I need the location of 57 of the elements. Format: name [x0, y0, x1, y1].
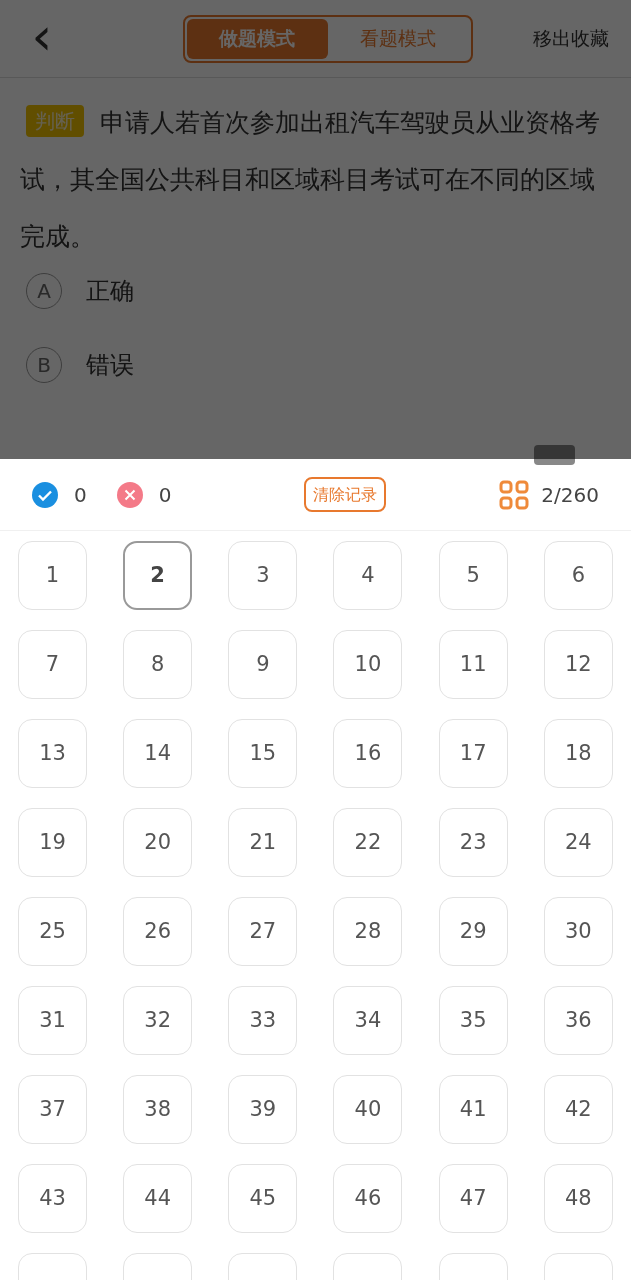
question-number-button[interactable]: 40 — [333, 1075, 403, 1144]
question-number-button[interactable]: 10 — [333, 630, 403, 699]
question-number-button[interactable]: 9 — [228, 630, 298, 699]
question-number-button[interactable]: 22 — [333, 808, 403, 877]
question-number-button[interactable]: 28 — [333, 897, 403, 966]
question-number-button[interactable]: 36 — [543, 986, 613, 1055]
floating-tab[interactable] — [534, 445, 575, 465]
question-number-button[interactable]: 11 — [438, 630, 508, 699]
question-number-button[interactable]: 17 — [438, 719, 508, 788]
question-number-button[interactable]: 45 — [228, 1164, 298, 1233]
question-number-button[interactable]: 43 — [18, 1164, 87, 1233]
question-number-button[interactable]: 27 — [228, 897, 298, 966]
question-number-button[interactable]: 30 — [543, 897, 613, 966]
question-number-button[interactable]: 42 — [543, 1075, 613, 1144]
question-number-button[interactable]: 38 — [123, 1075, 193, 1144]
question-number-button[interactable]: 48 — [543, 1164, 613, 1233]
question-number-button[interactable]: 25 — [18, 897, 87, 966]
question-number-button[interactable]: 35 — [438, 986, 508, 1055]
question-number-button[interactable]: 16 — [333, 719, 403, 788]
question-type-tag: 判断 — [26, 105, 84, 137]
question-number-button[interactable]: 39 — [228, 1075, 298, 1144]
wrong-count: 0 — [158, 481, 172, 509]
question-number-button[interactable]: 41 — [438, 1075, 508, 1144]
question-number-button[interactable]: 2 — [123, 541, 193, 610]
question-number-button[interactable]: 15 — [228, 719, 298, 788]
cross-icon — [116, 481, 143, 508]
question-number-button[interactable]: 29 — [438, 897, 508, 966]
question-number-button[interactable]: 20 — [123, 808, 193, 877]
question-number-button[interactable]: 5 — [438, 541, 508, 610]
question-number-button[interactable]: 8 — [123, 630, 193, 699]
question-number-button[interactable]: 24 — [543, 808, 613, 877]
question-number-button[interactable]: 3 — [228, 541, 298, 610]
grid-icon[interactable] — [499, 479, 530, 510]
question-number-button[interactable]: 33 — [228, 986, 298, 1055]
question-number-button[interactable]: 34 — [333, 986, 403, 1055]
question-text: 判断 申请人若首次参加出租汽车驾驶员从业资格考试，其全国公共科目和区域科目考试可在不同的区域完成。 — [20, 94, 611, 265]
question-number-button[interactable]: 46 — [333, 1164, 403, 1233]
question-number-button[interactable]: 23 — [438, 808, 508, 877]
correct-count: 0 — [74, 481, 87, 509]
question-number-button[interactable]: 7 — [18, 630, 87, 699]
question-number-button[interactable]: 12 — [543, 630, 613, 699]
check-icon — [32, 481, 58, 508]
question-number-button[interactable]: 31 — [18, 986, 87, 1055]
question-number-button[interactable]: 44 — [123, 1164, 193, 1233]
question-number-button[interactable]: 18 — [543, 719, 613, 788]
question-number-button[interactable]: 21 — [228, 808, 298, 877]
question-number-button[interactable]: 14 — [123, 719, 193, 788]
progress-count: 2/260 — [541, 481, 599, 509]
question-number-button[interactable]: 13 — [18, 719, 87, 788]
question-number-button[interactable]: 26 — [123, 897, 193, 966]
question-number-button[interactable]: 4 — [333, 541, 403, 610]
question-number-button[interactable]: 19 — [18, 808, 87, 877]
question-number-button[interactable]: 1 — [18, 541, 87, 610]
question-number-button[interactable]: 6 — [543, 541, 613, 610]
question-number-button[interactable]: 47 — [438, 1164, 508, 1233]
question-number-button[interactable]: 32 — [123, 986, 193, 1055]
question-number-button[interactable]: 37 — [18, 1075, 87, 1144]
